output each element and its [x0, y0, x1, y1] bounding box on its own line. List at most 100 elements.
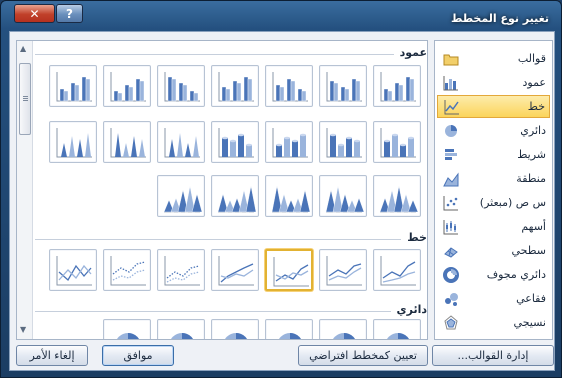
close-icon: ✕ — [29, 6, 40, 21]
category-label: شريط — [517, 148, 546, 161]
category-label: فقاعي — [516, 292, 546, 305]
line-chart-thumbnail[interactable] — [265, 249, 313, 291]
category-item-folder[interactable]: قوالب — [437, 47, 550, 70]
category-item-area-chart[interactable]: منطقة — [437, 167, 550, 190]
pie-chart-thumbnail-icon — [333, 333, 355, 339]
set-as-default-chart-button[interactable]: تعيين كمخطط افتراضي — [298, 345, 428, 366]
column-chart-thumbnail[interactable] — [103, 121, 151, 163]
category-label: عمود — [522, 76, 546, 89]
cancel-button[interactable]: إلغاء الأمر — [16, 345, 88, 366]
category-item-radar-chart[interactable]: نسيجي — [437, 311, 550, 334]
category-item-stock-chart[interactable]: أسهم — [437, 215, 550, 238]
section-header-pie: دائري — [35, 303, 427, 319]
dialog-body: قوالب عمود خط دائري شريط منطقة س ص (مبعثر) أسهم… — [9, 31, 555, 371]
category-item-pie-chart[interactable]: دائري — [437, 119, 550, 142]
column-chart-thumbnail[interactable] — [49, 65, 97, 107]
column-chart-thumbnail[interactable] — [211, 175, 259, 217]
column-chart-thumbnail-icon — [56, 128, 92, 158]
column-chart-thumbnail[interactable] — [211, 65, 259, 107]
line-chart-thumbnail[interactable] — [49, 249, 97, 291]
column-chart-thumbnail[interactable] — [157, 121, 205, 163]
radar-chart-icon — [443, 314, 459, 331]
column-chart-icon — [443, 75, 459, 91]
category-item-surface-chart[interactable]: سطحي — [437, 239, 550, 262]
stock-chart-icon — [443, 219, 459, 235]
category-label: خط — [527, 100, 545, 113]
column-chart-thumbnail[interactable] — [265, 65, 313, 107]
line-chart-thumbnail[interactable] — [373, 249, 421, 291]
column-chart-thumbnail[interactable] — [103, 65, 151, 107]
pie-chart-thumbnail[interactable] — [373, 319, 421, 339]
manage-templates-button[interactable]: إدارة القوالب... — [432, 345, 554, 366]
column-chart-thumbnail-icon — [218, 128, 254, 158]
category-label: أسهم — [521, 220, 546, 233]
line-chart-thumbnail[interactable] — [103, 249, 151, 291]
pie-chart-thumbnail-icon — [279, 333, 301, 339]
gallery-scrollbar[interactable]: ▲ ▼ — [17, 41, 33, 339]
category-item-bar-chart[interactable]: شريط — [437, 143, 550, 166]
chart-category-list: قوالب عمود خط دائري شريط منطقة س ص (مبعثر) أسهم… — [434, 40, 553, 340]
line-chart-thumbnail-icon — [110, 256, 146, 286]
line-chart-icon — [444, 99, 460, 115]
category-label: نسيجي — [513, 316, 546, 329]
category-item-doughnut-chart[interactable]: دائري مجوف — [437, 263, 550, 286]
pie-chart-thumbnail[interactable] — [211, 319, 259, 339]
pie-chart-thumbnail[interactable] — [265, 319, 313, 339]
category-item-bubble-chart[interactable]: فقاعي — [437, 287, 550, 310]
column-chart-thumbnail-icon — [326, 72, 362, 102]
category-item-line-chart[interactable]: خط — [437, 95, 550, 118]
column-chart-thumbnail[interactable] — [373, 175, 421, 217]
scroll-down-icon[interactable]: ▼ — [20, 325, 26, 334]
pie-chart-thumbnail[interactable] — [103, 319, 151, 339]
column-chart-thumbnail-icon — [164, 72, 200, 102]
column-chart-thumbnail-icon — [218, 72, 254, 102]
column-chart-thumbnail-icon — [164, 128, 200, 158]
ok-button[interactable]: موافق — [102, 345, 174, 366]
category-label: دائري — [520, 124, 546, 137]
column-chart-thumbnail-icon — [56, 72, 92, 102]
surface-chart-icon — [443, 243, 459, 259]
pie-chart-thumbnail-icon — [387, 333, 409, 339]
line-chart-thumbnail-icon — [380, 256, 416, 286]
doughnut-chart-icon — [443, 266, 459, 283]
column-chart-thumbnail-icon — [325, 185, 364, 213]
column-chart-thumbnail[interactable] — [319, 175, 367, 217]
close-button[interactable]: ✕ — [14, 4, 55, 23]
change-chart-type-dialog: ✕ ? تغيير نوع المخطط قوالب عمود خط دائري شري… — [0, 0, 562, 378]
titlebar: ✕ ? تغيير نوع المخطط — [1, 1, 561, 31]
column-chart-thumbnail-icon — [163, 185, 202, 213]
line-chart-thumbnail[interactable] — [319, 249, 367, 291]
scroll-thumb[interactable] — [19, 63, 31, 135]
column-chart-thumbnail-icon — [110, 128, 146, 158]
column-chart-thumbnail[interactable] — [319, 121, 367, 163]
column-chart-thumbnail[interactable] — [157, 65, 205, 107]
line-chart-thumbnail[interactable] — [211, 249, 259, 291]
column-chart-thumbnail[interactable] — [373, 65, 421, 107]
column-chart-thumbnail-icon — [110, 72, 146, 102]
column-chart-thumbnail-icon — [272, 72, 308, 102]
scroll-up-icon[interactable]: ▲ — [20, 44, 26, 53]
column-chart-thumbnail[interactable] — [49, 121, 97, 163]
section-header-column: عمود — [35, 46, 427, 62]
column-chart-thumbnail[interactable] — [157, 175, 205, 217]
column-chart-thumbnail[interactable] — [373, 121, 421, 163]
scatter-chart-icon — [443, 195, 459, 211]
pie-chart-thumbnail[interactable] — [319, 319, 367, 339]
pie-chart-thumbnail-icon — [117, 333, 139, 339]
column-chart-thumbnail[interactable] — [319, 65, 367, 107]
bubble-chart-icon — [443, 291, 459, 307]
window-title: تغيير نوع المخطط — [450, 12, 549, 25]
column-chart-thumbnail[interactable] — [265, 121, 313, 163]
category-label: دائري مجوف — [486, 268, 546, 281]
category-label: قوالب — [517, 52, 546, 65]
category-item-column-chart[interactable]: عمود — [437, 71, 550, 94]
line-chart-thumbnail[interactable] — [157, 249, 205, 291]
column-chart-thumbnail[interactable] — [211, 121, 259, 163]
line-chart-thumbnail-icon — [326, 256, 362, 286]
pie-chart-thumbnail[interactable] — [157, 319, 205, 339]
section-header-line: خط — [35, 231, 427, 247]
category-item-scatter-chart[interactable]: س ص (مبعثر) — [437, 191, 550, 214]
column-chart-thumbnail[interactable] — [265, 175, 313, 217]
help-button[interactable]: ? — [56, 4, 83, 23]
column-chart-thumbnail-icon — [380, 128, 416, 158]
